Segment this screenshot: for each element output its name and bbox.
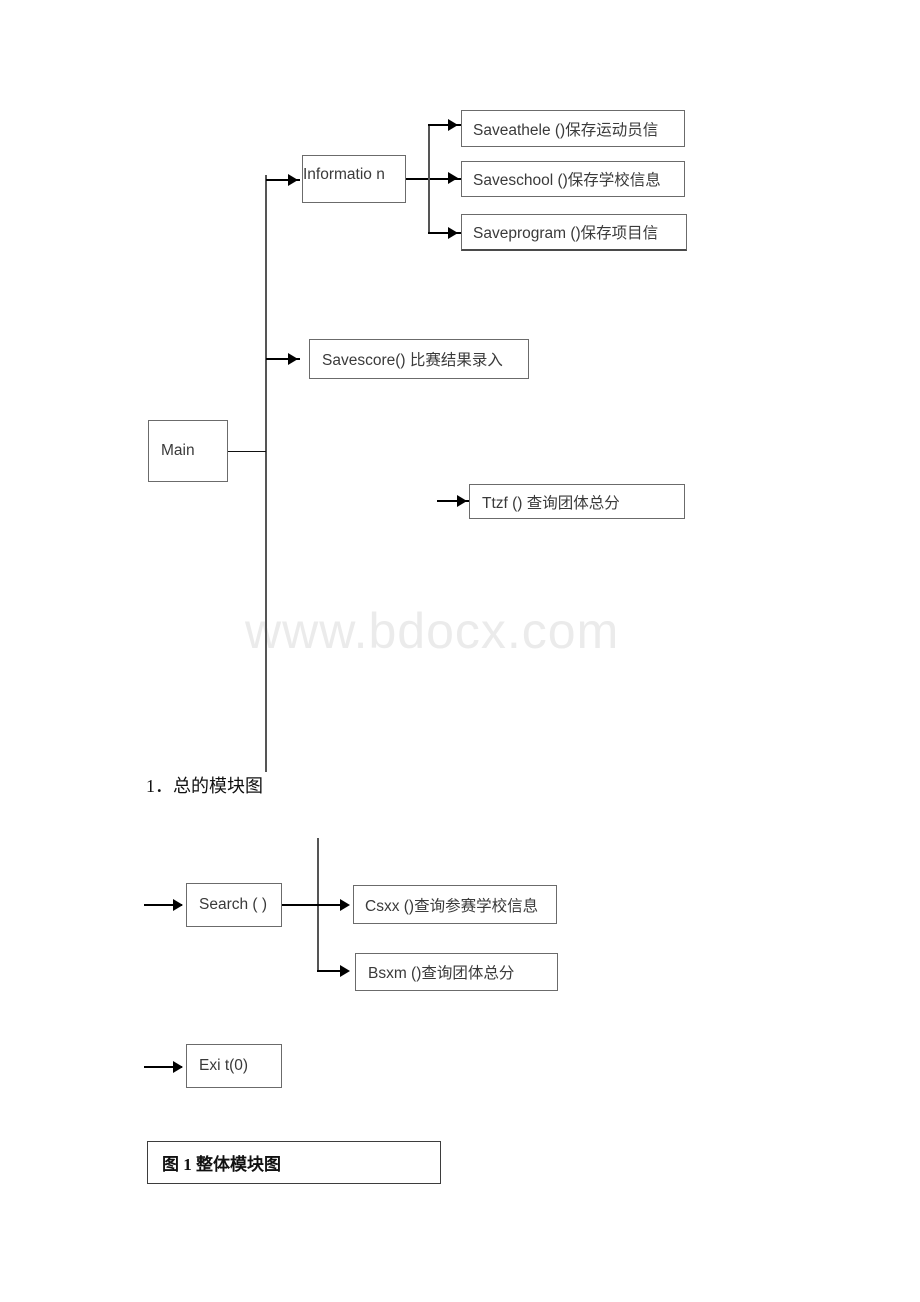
node-csxx[interactable]: Csxx ()查询参赛学校信息 [353,885,557,924]
node-bsxm[interactable]: Bsxm ()查询团体总分 [355,953,558,991]
node-csxx-label: Csxx ()查询参赛学校信息 [365,897,539,915]
diagram-one-information-distributor [428,125,430,233]
node-information[interactable]: Informatio n [302,155,406,203]
node-search-label: Search ( ) [199,896,268,913]
node-ttzf[interactable]: Ttzf () 查询团体总分 [469,484,685,519]
node-exit[interactable]: Exi t(0) [186,1044,282,1088]
node-main[interactable]: Main [148,420,228,482]
node-exit-label: Exi t(0) [199,1057,249,1074]
document-page: www.bdocx.com Main Informatio n Saveathe… [0,0,920,1302]
node-saveprogram[interactable]: Saveprogram ()保存项目信 [461,214,687,251]
arrowhead-exit [173,1061,183,1073]
node-information-label: Informatio n [303,166,385,183]
arrowhead-information [288,174,298,186]
node-saveschool[interactable]: Saveschool ()保存学校信息 [461,161,685,197]
node-bsxm-label: Bsxm ()查询团体总分 [368,965,515,982]
diagram-one-trunk-line [265,175,267,772]
arrowhead-search [173,899,183,911]
connector-main-to-trunk [228,451,266,452]
node-saveathele[interactable]: Saveathele ()保存运动员信 [461,110,685,147]
node-saveprogram-label: Saveprogram ()保存项目信 [473,225,659,242]
node-search[interactable]: Search ( ) [186,883,282,927]
node-saveschool-label: Saveschool ()保存学校信息 [473,172,661,189]
node-saveathele-label: Saveathele ()保存运动员信 [473,121,659,139]
node-savescore-label: Savescore() 比赛结果录入 [322,352,503,369]
arrowhead-saveathele [448,119,458,131]
diagram-two-caption-label: 图 1 整体模块图 [162,1155,281,1174]
connector-search-to-csxx [282,904,344,906]
diagram-two-caption-box: 图 1 整体模块图 [147,1141,441,1184]
node-main-label: Main [161,442,195,459]
arrowhead-csxx [340,899,350,911]
arrowhead-bsxm [340,965,350,977]
arrowhead-saveprogram [448,227,458,239]
diagram-one-caption: 1．总的模块图 [146,776,263,796]
arrowhead-ttzf [457,495,467,507]
arrowhead-savescore [288,353,298,365]
node-ttzf-label: Ttzf () 查询团体总分 [482,494,620,512]
arrowhead-saveschool [448,172,458,184]
node-savescore[interactable]: Savescore() 比赛结果录入 [309,339,529,379]
watermark-text: www.bdocx.com [245,603,620,659]
